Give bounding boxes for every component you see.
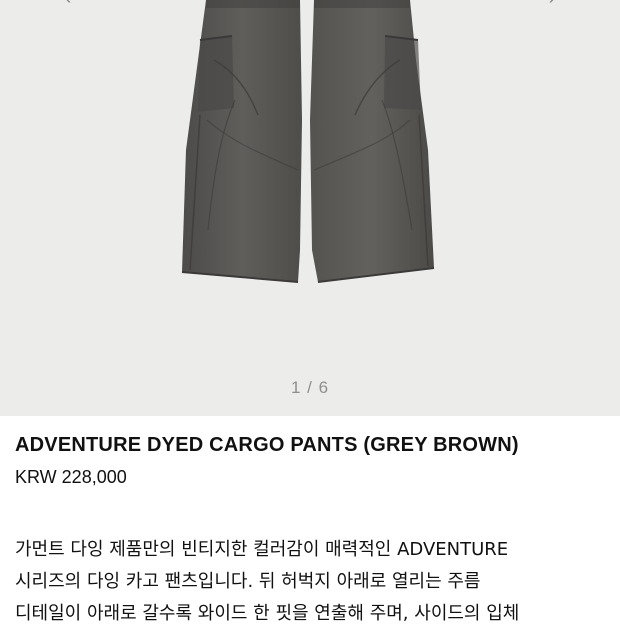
product-price: KRW 228,000 — [15, 467, 127, 487]
product-title: ADVENTURE DYED CARGO PANTS (GREY BROWN) — [15, 434, 519, 456]
description-line: 디테일이 아래로 갈수록 와이드 한 핏을 연출해 주며, 사이드의 입체 — [15, 603, 520, 624]
description-line: 가먼트 다잉 제품만의 빈티지한 컬러감이 매력적인 ADVENTURE — [15, 539, 509, 560]
product-description: 가먼트 다잉 제품만의 빈티지한 컬러감이 매력적인 ADVENTURE 시리즈… — [15, 534, 615, 630]
product-info: ADVENTURE DYED CARGO PANTS (GREY BROWN) … — [15, 434, 610, 488]
product-image-gallery[interactable]: ‹ › — [0, 0, 620, 416]
cargo-pants-image — [181, 0, 435, 283]
image-pager: 1 / 6 — [290, 378, 330, 397]
description-line: 시리즈의 다잉 카고 팬츠입니다. 뒤 허벅지 아래로 열리는 주름 — [15, 571, 481, 592]
